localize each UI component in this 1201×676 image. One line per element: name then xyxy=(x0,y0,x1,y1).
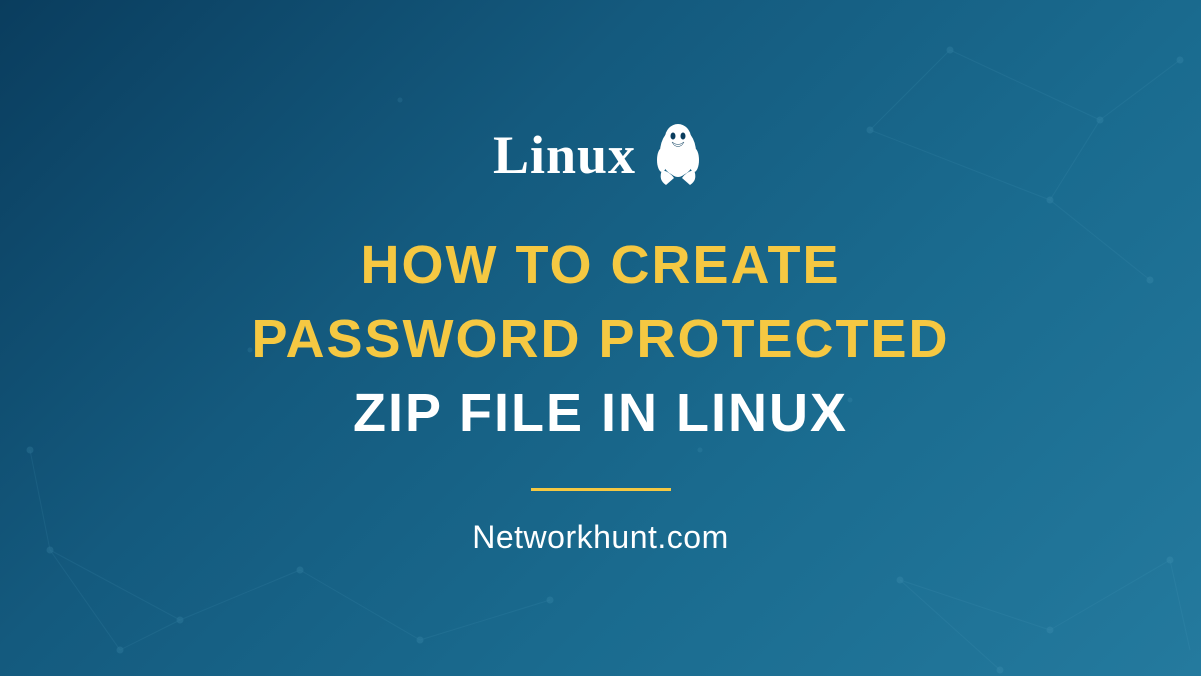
linux-logo-text: Linux xyxy=(493,124,636,186)
title-line-3: ZIP FILE IN LINUX xyxy=(353,378,848,448)
logo-section: Linux xyxy=(493,120,708,190)
hero-banner: Linux HOW TO CREATE PASSWORD PROTECTED Z… xyxy=(0,0,1201,676)
title-line-1: HOW TO CREATE xyxy=(361,230,841,300)
title-line-2: PASSWORD PROTECTED xyxy=(251,304,949,374)
website-name: Networkhunt.com xyxy=(472,519,728,556)
divider-line xyxy=(531,488,671,491)
tux-penguin-icon xyxy=(648,120,708,190)
